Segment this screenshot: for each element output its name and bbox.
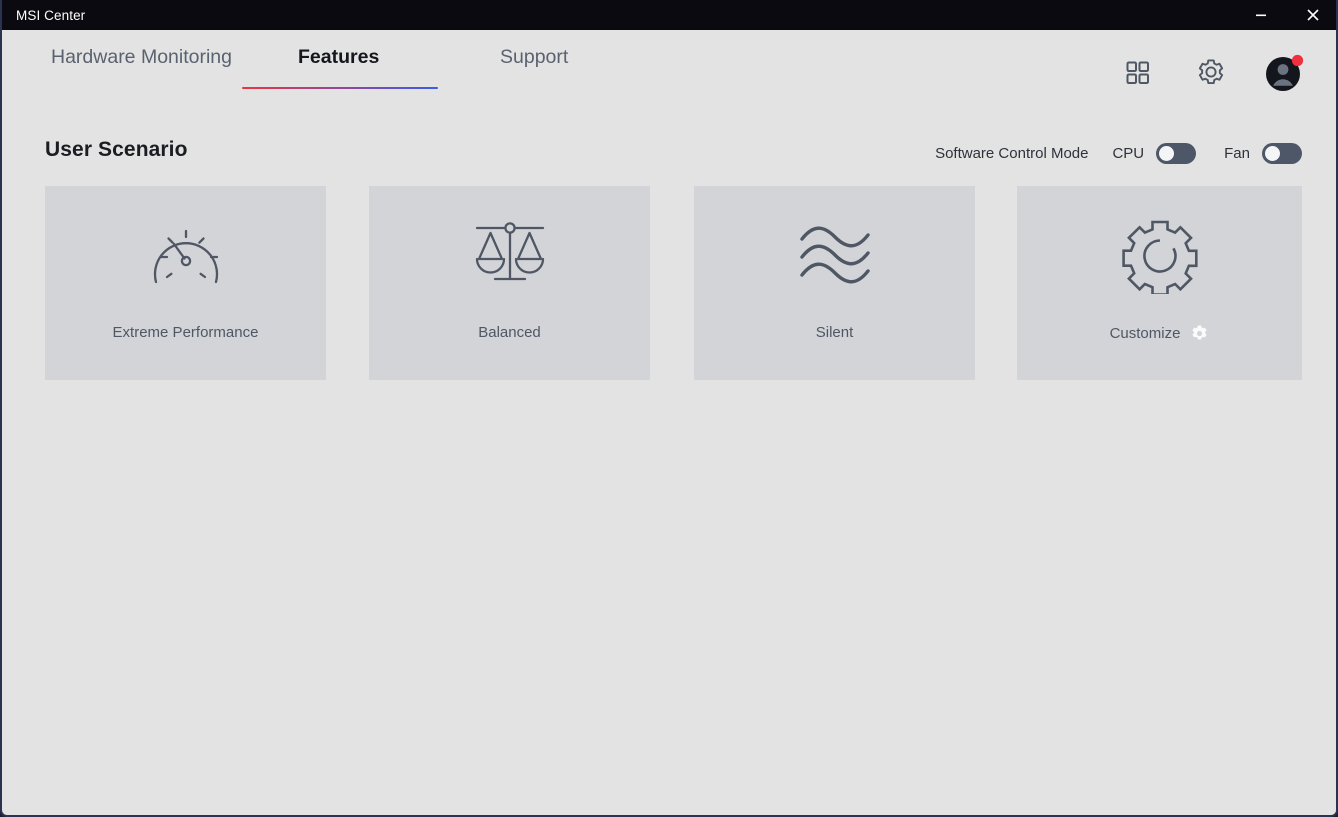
page-title: User Scenario — [45, 138, 188, 161]
tab-hardware-monitoring[interactable]: Hardware Monitoring — [51, 46, 232, 69]
scenario-card-label: Customize — [1109, 325, 1181, 342]
card-label-row: Silent — [816, 324, 854, 341]
settings-button[interactable] — [1186, 47, 1236, 97]
window-title: MSI Center — [16, 7, 86, 23]
cpu-toggle-knob — [1159, 145, 1175, 161]
customize-settings-gear-icon[interactable] — [1190, 324, 1209, 343]
gear-icon — [1198, 59, 1224, 85]
cpu-toggle-group: CPU — [1112, 142, 1197, 164]
gear-large-icon — [1121, 210, 1198, 302]
scenario-card-silent[interactable]: Silent — [694, 186, 975, 380]
profile-button[interactable] — [1260, 48, 1310, 98]
fan-toggle-label: Fan — [1224, 144, 1250, 162]
tab-support[interactable]: Support — [500, 46, 568, 69]
fan-toggle[interactable] — [1262, 142, 1302, 164]
fan-toggle-knob — [1265, 145, 1280, 161]
scenario-card-label: Silent — [815, 324, 854, 341]
tab-features[interactable]: Features — [298, 46, 379, 69]
fan-toggle-group: Fan — [1224, 142, 1302, 164]
software-control-mode-row: Software Control Mode CPU Fan — [935, 138, 1302, 168]
close-icon — [1307, 9, 1319, 21]
scenario-card-extreme-performance[interactable]: Extreme Performance — [45, 186, 326, 380]
scales-icon — [471, 210, 549, 302]
scenario-card-customize[interactable]: Customize — [1017, 186, 1302, 380]
software-control-mode-label: Software Control Mode — [935, 144, 1089, 162]
navigation-bar: Hardware Monitoring Features Support — [4, 30, 1336, 98]
msi-center-window: MSI Center Hardware Monitoring Features … — [0, 0, 1338, 817]
content-area: Hardware Monitoring Features Support Use… — [4, 30, 1336, 815]
card-label-row: Balanced — [478, 324, 541, 341]
card-label-row: Extreme Performance — [113, 324, 259, 341]
waves-icon — [797, 210, 873, 302]
cpu-toggle-label: CPU — [1112, 144, 1145, 162]
speedometer-icon — [143, 210, 229, 302]
active-tab-underline — [242, 87, 438, 89]
scenario-card-label: Balanced — [478, 324, 541, 341]
minimize-button[interactable] — [1238, 0, 1284, 30]
minimize-icon — [1256, 14, 1266, 17]
card-label-row: Customize — [1110, 324, 1210, 343]
title-bar: MSI Center — [2, 0, 1336, 30]
avatar-icon — [1266, 54, 1304, 91]
grid-icon — [1126, 61, 1149, 84]
scenario-card-balanced[interactable]: Balanced — [369, 186, 650, 380]
cpu-toggle[interactable] — [1156, 142, 1197, 164]
scenario-card-label: Extreme Performance — [112, 324, 259, 341]
user-scenario-card-list: Extreme Performance Balanced Silent Cust… — [45, 186, 1303, 380]
close-button[interactable] — [1290, 0, 1336, 30]
grid-button[interactable] — [1112, 47, 1162, 97]
